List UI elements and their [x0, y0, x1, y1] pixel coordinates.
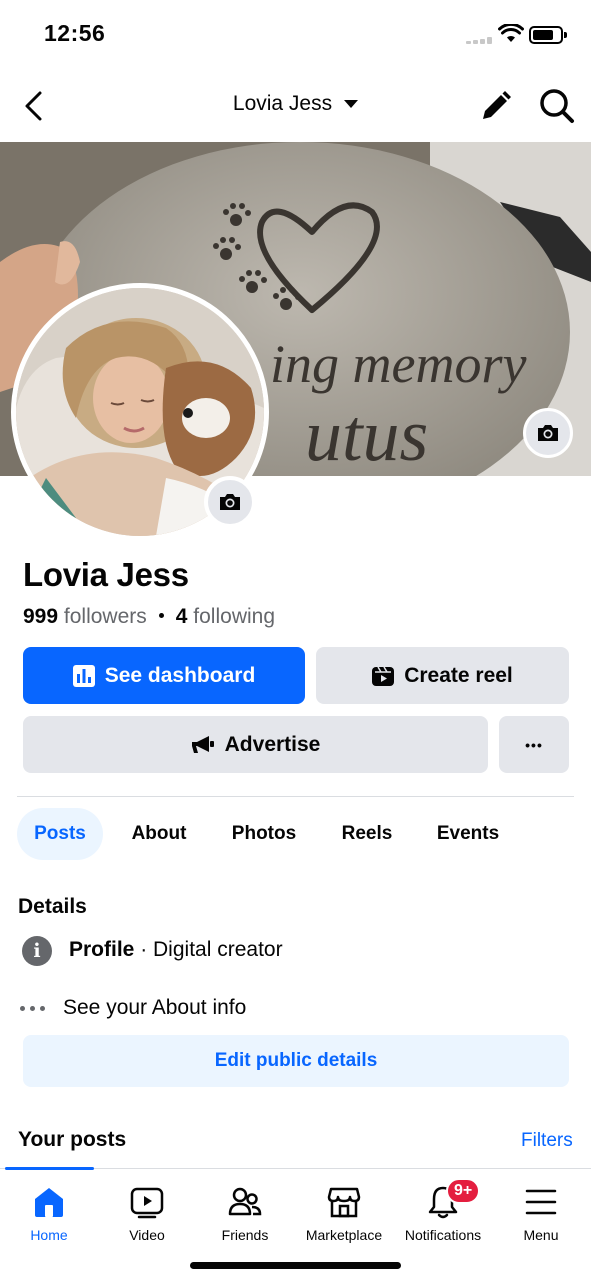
nav-menu[interactable]: Menu [491, 1169, 591, 1249]
status-bar: 12:56 [0, 0, 591, 72]
following-label[interactable]: following [193, 605, 275, 628]
nav-friends-label: Friends [221, 1227, 269, 1243]
nav-marketplace[interactable]: Marketplace [294, 1169, 394, 1249]
svg-text:ing memory: ing memory [270, 334, 526, 394]
nav-menu-label: Menu [523, 1227, 559, 1243]
nav-video-label: Video [129, 1227, 165, 1243]
megaphone-icon [191, 735, 215, 755]
edit-cover-photo-button[interactable] [523, 408, 573, 458]
nav-home-label: Home [30, 1227, 68, 1243]
tab-photos[interactable]: Photos [222, 808, 306, 860]
filters-link[interactable]: Filters [521, 1130, 573, 1152]
your-posts-heading: Your posts [18, 1128, 127, 1151]
home-indicator [190, 1262, 401, 1269]
nav-notifications[interactable]: 9+ Notifications [393, 1169, 493, 1249]
dashboard-icon [72, 664, 95, 687]
see-dashboard-label: See dashboard [104, 663, 256, 687]
wifi-icon [498, 24, 524, 42]
tab-events[interactable]: Events [425, 808, 511, 860]
profile-category: Profile · Digital creator [69, 938, 283, 962]
nav-notifications-label: Notifications [404, 1227, 482, 1243]
profile-category-key: Profile [69, 938, 135, 961]
search-button[interactable] [538, 86, 576, 126]
camera-icon [220, 494, 240, 510]
cellular-signal-icon [466, 37, 492, 44]
details-heading: Details [18, 895, 87, 918]
search-icon [540, 89, 574, 123]
following-count[interactable]: 4 [176, 605, 188, 628]
tab-about[interactable]: About [120, 808, 198, 860]
status-time: 12:56 [44, 20, 106, 46]
see-dashboard-button[interactable]: See dashboard [23, 647, 305, 704]
followers-count[interactable]: 999 [23, 605, 58, 628]
camera-icon [538, 425, 558, 441]
advertise-button[interactable]: Advertise [23, 716, 488, 773]
nav-video[interactable]: Video [97, 1169, 197, 1249]
followers-label[interactable]: followers [64, 605, 147, 628]
create-reel-button[interactable]: Create reel [316, 647, 569, 704]
friends-icon [228, 1185, 262, 1219]
marketplace-icon [327, 1185, 361, 1219]
info-icon: i [22, 936, 52, 966]
more-options-button[interactable]: ••• [499, 716, 569, 773]
profile-category-value: · Digital creator [134, 938, 283, 961]
pencil-icon [483, 91, 511, 119]
tab-reels[interactable]: Reels [331, 808, 403, 860]
create-reel-label: Create reel [404, 663, 513, 687]
more-dots-icon: ••• [525, 736, 543, 753]
edit-profile-button[interactable] [478, 88, 512, 124]
advertise-label: Advertise [224, 732, 321, 756]
profile-name: Lovia Jess [23, 556, 189, 593]
menu-icon [524, 1185, 558, 1219]
notification-badge: 9+ [446, 1178, 481, 1204]
nav-marketplace-label: Marketplace [305, 1227, 383, 1243]
edit-profile-picture-button[interactable] [204, 476, 256, 528]
top-nav: Lovia Jess [0, 72, 591, 142]
more-horizontal-icon [20, 1006, 46, 1012]
profile-stats: 999 followers 4 following [23, 605, 275, 629]
nav-title: Lovia Jess [232, 92, 333, 115]
home-icon [32, 1185, 66, 1219]
video-icon [130, 1185, 164, 1219]
see-about-info-link[interactable]: See your About info [63, 996, 246, 1020]
caret-down-icon [344, 99, 359, 108]
edit-public-details-button[interactable]: Edit public details [23, 1035, 569, 1087]
tab-posts[interactable]: Posts [17, 808, 103, 860]
nav-home[interactable]: Home [0, 1169, 99, 1249]
reel-icon [372, 665, 395, 687]
separator-dot [158, 612, 164, 618]
battery-icon [529, 26, 567, 44]
svg-text:utus: utus [305, 395, 428, 476]
nav-friends[interactable]: Friends [195, 1169, 295, 1249]
divider [17, 796, 574, 797]
